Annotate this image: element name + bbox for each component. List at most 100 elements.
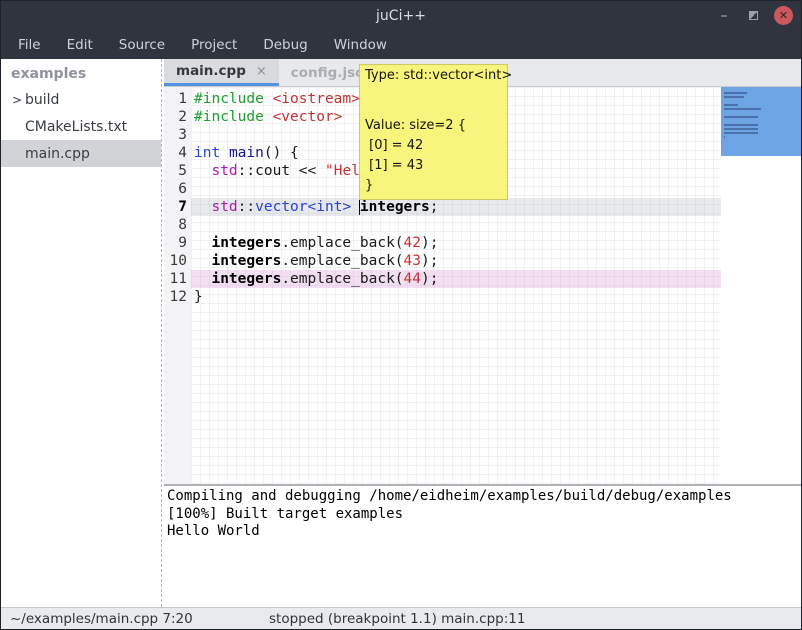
- code-token: int: [194, 145, 220, 161]
- status-debug-state: stopped (breakpoint 1.1) main.cpp:11: [269, 611, 525, 627]
- code-token: integers: [211, 253, 281, 269]
- line-number[interactable]: 5: [164, 162, 191, 180]
- minimap-line: [724, 116, 758, 118]
- console-line: [100%] Built target examples: [167, 506, 798, 524]
- code-token: main: [229, 145, 264, 161]
- line-number[interactable]: 7: [164, 198, 191, 216]
- tree-item-label: CMakeLists.txt: [25, 119, 127, 135]
- tree-item-cmakelists-txt[interactable]: CMakeLists.txt: [1, 113, 161, 140]
- minimap-line: [724, 108, 761, 110]
- line-number[interactable]: 1: [164, 90, 191, 108]
- tab-main-cpp[interactable]: main.cpp ×: [164, 59, 279, 86]
- code-line[interactable]: integers.emplace_back(44);: [191, 270, 721, 288]
- tooltip-value-line: [0] = 42: [365, 136, 502, 156]
- code-token: .emplace_back(: [281, 271, 403, 287]
- code-line[interactable]: integers.emplace_back(43);: [191, 252, 721, 270]
- console-line: Hello World: [167, 523, 798, 541]
- restore-icon[interactable]: [749, 11, 758, 20]
- line-number-gutter[interactable]: 123456789101112: [164, 87, 191, 484]
- minimap-line: [724, 136, 725, 138]
- line-number[interactable]: 6: [164, 180, 191, 198]
- code-token: 44: [404, 271, 421, 287]
- minimap-line: [724, 132, 758, 134]
- code-token: ;: [430, 199, 439, 215]
- menu-edit[interactable]: Edit: [54, 30, 106, 59]
- line-number[interactable]: 3: [164, 126, 191, 144]
- line-number[interactable]: 2: [164, 108, 191, 126]
- line-number[interactable]: 9: [164, 234, 191, 252]
- code-token: [194, 253, 211, 269]
- code-token: [220, 145, 229, 161]
- status-file-position: ~/examples/main.cpp 7:20: [10, 611, 193, 627]
- code-token: 42: [404, 235, 421, 251]
- code-token: .emplace_back(: [281, 235, 403, 251]
- chevron-right-icon[interactable]: >: [9, 93, 25, 107]
- line-number[interactable]: 8: [164, 216, 191, 234]
- code-token: [264, 91, 273, 107]
- code-token: std: [211, 199, 237, 215]
- code-token: );: [421, 235, 438, 251]
- code-token: integers: [211, 271, 281, 287]
- menu-file[interactable]: File: [5, 30, 54, 59]
- code-token: [194, 199, 211, 215]
- code-token: () {: [264, 145, 299, 161]
- line-number[interactable]: 10: [164, 252, 191, 270]
- minimap[interactable]: [721, 87, 801, 484]
- code-token: #include: [194, 109, 264, 125]
- code-token: integers: [211, 235, 281, 251]
- menu-debug[interactable]: Debug: [250, 30, 320, 59]
- tooltip-value-line: Value: size=2 {: [365, 116, 502, 136]
- code-token: [194, 271, 211, 287]
- window-body: examples >buildCMakeLists.txtmain.cpp ma…: [1, 59, 801, 607]
- editor-column: main.cpp×config.json 123456789101112 #in…: [164, 59, 801, 607]
- tooltip-value-block: Value: size=2 { [0] = 42 [1] = 43}: [365, 116, 502, 196]
- code-token: ::: [238, 199, 255, 215]
- file-browser-panel: examples >buildCMakeLists.txtmain.cpp: [1, 59, 161, 607]
- menu-window[interactable]: Window: [321, 30, 400, 59]
- tree-item-build[interactable]: >build: [1, 86, 161, 113]
- menu-bar: FileEditSourceProjectDebugWindow: [1, 30, 801, 59]
- minimap-line: [724, 96, 744, 98]
- minimap-line: [724, 124, 758, 126]
- window-title: juCi++: [1, 8, 801, 24]
- code-token: integers: [360, 199, 430, 215]
- tab-close-icon[interactable]: ×: [256, 64, 267, 79]
- code-token: [194, 163, 211, 179]
- tooltip-value-line: }: [365, 176, 502, 196]
- code-token: [264, 109, 273, 125]
- build-output-console[interactable]: Compiling and debugging /home/eidheim/ex…: [164, 484, 801, 605]
- line-number[interactable]: 12: [164, 288, 191, 306]
- menu-source[interactable]: Source: [106, 30, 178, 59]
- code-line[interactable]: std::vector<int> integers;: [191, 198, 721, 216]
- juci-window: juCi++ – ✕ FileEditSourceProjectDebugWin…: [0, 0, 802, 630]
- line-number[interactable]: 11: [164, 270, 191, 288]
- code-line[interactable]: integers.emplace_back(42);: [191, 234, 721, 252]
- console-line: Compiling and debugging /home/eidheim/ex…: [167, 488, 798, 506]
- tree-item-label: main.cpp: [25, 146, 90, 162]
- tab-label: main.cpp: [176, 63, 246, 79]
- minimap-line: [724, 128, 758, 130]
- code-token: ::cout <<: [238, 163, 325, 179]
- debug-value-tooltip: Type: std::vector<int> Value: size=2 { […: [359, 64, 508, 200]
- code-token: #include: [194, 91, 264, 107]
- code-line[interactable]: }: [191, 288, 721, 306]
- code-token: .emplace_back(: [281, 253, 403, 269]
- code-token: }: [194, 289, 203, 305]
- menu-project[interactable]: Project: [178, 30, 250, 59]
- line-number[interactable]: 4: [164, 144, 191, 162]
- minimize-button[interactable]: –: [715, 11, 733, 21]
- code-token: <vector>: [273, 109, 343, 125]
- code-token: [194, 235, 211, 251]
- tooltip-type-line: Type: std::vector<int>: [365, 66, 502, 86]
- code-line[interactable]: [191, 216, 721, 234]
- minimap-line: [724, 104, 738, 106]
- file-tree: >build CMakeLists.txt main.cpp: [1, 86, 161, 167]
- status-bar: ~/examples/main.cpp 7:20 stopped (breakp…: [1, 607, 801, 630]
- tree-item-main-cpp[interactable]: main.cpp: [1, 140, 161, 167]
- title-bar[interactable]: juCi++ – ✕: [1, 1, 801, 30]
- window-controls: – ✕: [715, 1, 793, 30]
- tree-item-label: build: [25, 92, 59, 108]
- minimap-viewport-overlay[interactable]: [721, 87, 801, 156]
- code-token: vector<int>: [255, 199, 351, 215]
- close-button[interactable]: ✕: [774, 6, 793, 25]
